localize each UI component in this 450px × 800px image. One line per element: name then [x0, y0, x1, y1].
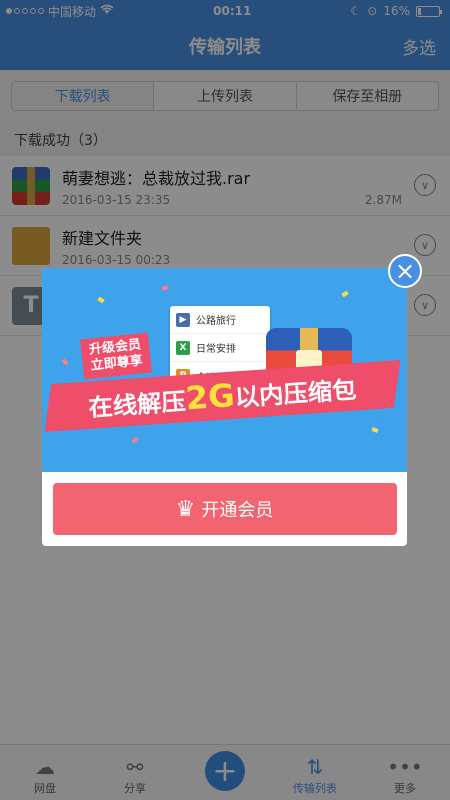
slogan-suffix: 以内压缩包	[234, 375, 358, 412]
menu-item-label: 日常安排	[196, 344, 236, 355]
slogan-highlight: 2G	[184, 376, 237, 418]
confetti-decoration	[371, 427, 379, 433]
promo-tag: 升级会员 立即尊享	[80, 332, 152, 380]
promo-banner: ▶ 公路旅行 X 日常安排 P 会议演示文档 升级会员 立即尊享 在线解压2G以…	[42, 268, 407, 472]
vip-promo-modal: ▶ 公路旅行 X 日常安排 P 会议演示文档 升级会员 立即尊享 在线解压2G以…	[42, 268, 407, 546]
open-vip-label: 开通会员	[201, 500, 274, 521]
modal-footer: ♛ 开通会员	[42, 472, 407, 546]
excel-icon: X	[176, 340, 190, 355]
confetti-decoration	[61, 358, 69, 366]
menu-item-label: 公路旅行	[196, 316, 236, 327]
confetti-decoration	[341, 290, 349, 298]
confetti-decoration	[131, 436, 139, 444]
confetti-decoration	[97, 296, 105, 304]
confetti-decoration	[161, 285, 169, 291]
video-icon: ▶	[176, 312, 190, 327]
slogan-prefix: 在线解压	[87, 387, 188, 422]
crown-icon: ♛	[175, 496, 196, 522]
open-vip-button[interactable]: ♛ 开通会员	[52, 483, 397, 535]
close-icon[interactable]: ×	[388, 254, 422, 288]
slogan: 在线解压2G以内压缩包	[87, 368, 358, 424]
menu-item: X 日常安排	[170, 334, 270, 362]
menu-item: ▶ 公路旅行	[170, 306, 270, 334]
